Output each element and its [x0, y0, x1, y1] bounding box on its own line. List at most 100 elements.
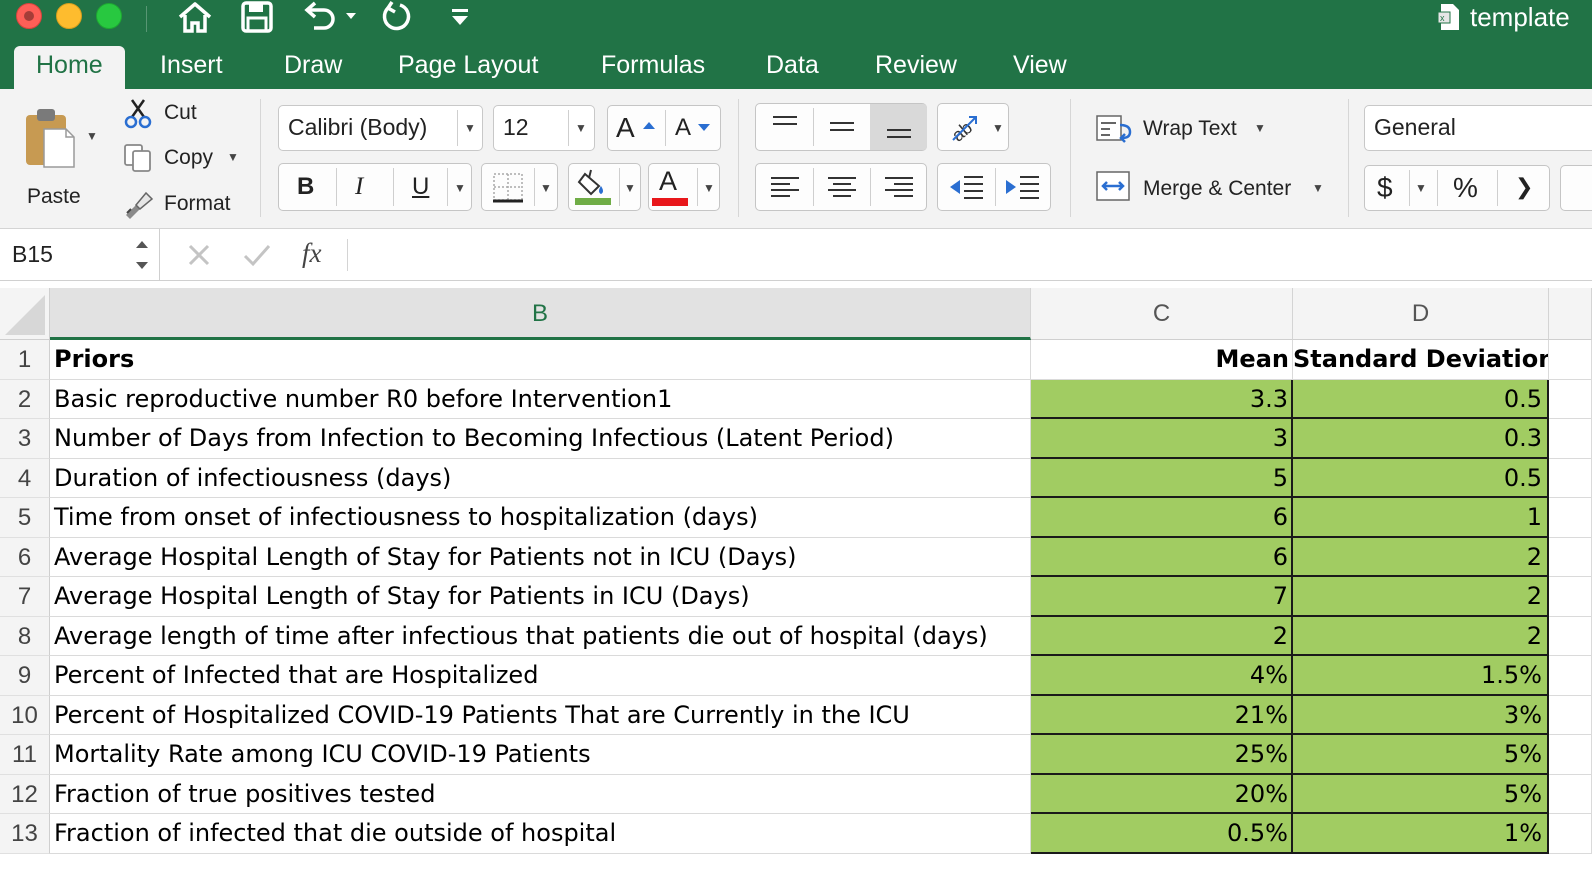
tab-data[interactable]: Data	[766, 46, 819, 89]
cell-c[interactable]: 25%	[1031, 735, 1293, 775]
tab-view[interactable]: View	[1013, 46, 1067, 89]
increase-font-size-button[interactable]: A	[608, 106, 665, 150]
cell-e[interactable]	[1549, 695, 1592, 735]
orientation-button[interactable]: ab ▼	[937, 103, 1009, 151]
cell-e[interactable]	[1549, 774, 1592, 814]
cell-c[interactable]: 21%	[1031, 695, 1293, 735]
decrease-indent-icon[interactable]	[948, 175, 984, 201]
cell-b[interactable]: Mortality Rate among ICU COVID-19 Patien…	[50, 735, 1031, 775]
merge-center-button[interactable]: Merge & Center ▼	[1096, 169, 1336, 203]
cell-d[interactable]: 1.5%	[1293, 656, 1549, 696]
row-header[interactable]: 5	[0, 498, 50, 538]
enter-icon[interactable]	[242, 242, 272, 268]
copy-dropdown-icon[interactable]: ▼	[227, 150, 239, 164]
insert-function-button[interactable]: fx	[302, 238, 322, 269]
increase-decimal-button[interactable]	[1560, 165, 1592, 211]
cell-b[interactable]: Number of Days from Infection to Becomin…	[50, 419, 1031, 459]
italic-button[interactable]: I	[355, 173, 363, 201]
paste-button[interactable]: ▼ Paste	[14, 99, 104, 209]
format-painter-button[interactable]: Format	[120, 187, 250, 221]
zoom-window-button[interactable]	[96, 3, 122, 29]
cell-d[interactable]: 1	[1293, 498, 1549, 538]
align-center-icon[interactable]	[827, 176, 857, 200]
row-header[interactable]: 12	[0, 774, 50, 814]
cell-c[interactable]: 4%	[1031, 656, 1293, 696]
cell-d[interactable]: 3%	[1293, 695, 1549, 735]
copy-button[interactable]: Copy ▼	[120, 141, 250, 175]
percent-button[interactable]: %	[1453, 172, 1478, 204]
comma-style-button[interactable]: ❯	[1515, 174, 1533, 200]
cell-b[interactable]: Fraction of infected that die outside of…	[50, 814, 1031, 854]
currency-dropdown-icon[interactable]: ▼	[1415, 181, 1427, 195]
column-header-b[interactable]: B	[50, 288, 1031, 340]
cell-d[interactable]: 2	[1293, 577, 1549, 617]
customize-toolbar-icon[interactable]	[448, 0, 472, 34]
row-header[interactable]: 1	[0, 340, 50, 380]
undo-dropdown-icon[interactable]	[344, 0, 358, 34]
tab-review[interactable]: Review	[875, 46, 957, 89]
row-header[interactable]: 13	[0, 814, 50, 854]
font-color-button[interactable]: A ▼	[648, 163, 720, 211]
cell-c[interactable]: 6	[1031, 498, 1293, 538]
align-right-icon[interactable]	[884, 176, 914, 200]
cell-c[interactable]: 0.5%	[1031, 814, 1293, 854]
paste-dropdown-icon[interactable]: ▼	[86, 129, 98, 143]
align-middle-icon[interactable]	[829, 114, 855, 140]
currency-button[interactable]: $	[1377, 172, 1393, 204]
cell-d[interactable]: Standard Deviation	[1293, 340, 1549, 380]
tab-formulas[interactable]: Formulas	[601, 46, 705, 89]
save-icon[interactable]	[240, 0, 274, 34]
cell-c[interactable]: 5	[1031, 458, 1293, 498]
increase-indent-icon[interactable]	[1004, 175, 1040, 201]
cell-b[interactable]: Average length of time after infectious …	[50, 616, 1031, 656]
cell-c[interactable]: 7	[1031, 577, 1293, 617]
cell-b[interactable]: Fraction of true positives tested	[50, 774, 1031, 814]
row-header[interactable]: 4	[0, 458, 50, 498]
font-size-select[interactable]: 12 ▼	[493, 105, 595, 151]
tab-draw[interactable]: Draw	[284, 46, 342, 89]
cut-button[interactable]: Cut	[120, 97, 240, 131]
cell-e[interactable]	[1549, 379, 1592, 419]
bold-button[interactable]: B	[297, 173, 314, 201]
cell-d[interactable]: 0.5	[1293, 458, 1549, 498]
cell-b[interactable]: Duration of infectiousness (days)	[50, 458, 1031, 498]
cell-d[interactable]: 5%	[1293, 774, 1549, 814]
tab-page-layout[interactable]: Page Layout	[398, 46, 538, 89]
cell-b[interactable]: Average Hospital Length of Stay for Pati…	[50, 537, 1031, 577]
cell-e[interactable]	[1549, 735, 1592, 775]
cell-d[interactable]: 2	[1293, 616, 1549, 656]
align-left-icon[interactable]	[770, 176, 800, 200]
select-all-button[interactable]	[0, 288, 50, 340]
cell-e[interactable]	[1549, 498, 1592, 538]
cell-c[interactable]: 3.3	[1031, 379, 1293, 419]
fill-color-button[interactable]: ▼	[568, 163, 641, 211]
cell-e[interactable]	[1549, 458, 1592, 498]
row-header[interactable]: 9	[0, 656, 50, 696]
underline-dropdown-icon[interactable]: ▼	[454, 181, 466, 195]
cell-e[interactable]	[1549, 814, 1592, 854]
cell-d[interactable]: 1%	[1293, 814, 1549, 854]
cell-b[interactable]: Average Hospital Length of Stay for Pati…	[50, 577, 1031, 617]
cancel-icon[interactable]	[186, 242, 212, 268]
row-header[interactable]: 6	[0, 537, 50, 577]
cell-e[interactable]	[1549, 656, 1592, 696]
tab-insert[interactable]: Insert	[160, 46, 223, 89]
cell-e[interactable]	[1549, 537, 1592, 577]
borders-button[interactable]: ▼	[481, 163, 558, 211]
cell-b[interactable]: Priors	[50, 340, 1031, 380]
align-top-icon[interactable]	[772, 114, 798, 140]
cell-d[interactable]: 2	[1293, 537, 1549, 577]
row-header[interactable]: 3	[0, 419, 50, 459]
undo-icon[interactable]	[300, 0, 340, 34]
row-header[interactable]: 8	[0, 616, 50, 656]
wrap-text-button[interactable]: Wrap Text ▼	[1096, 111, 1276, 145]
row-header[interactable]: 10	[0, 695, 50, 735]
column-header-e[interactable]	[1549, 288, 1592, 340]
font-name-select[interactable]: Calibri (Body) ▼	[278, 105, 483, 151]
cell-d[interactable]: 0.5	[1293, 379, 1549, 419]
cell-d[interactable]: 5%	[1293, 735, 1549, 775]
cell-e[interactable]	[1549, 577, 1592, 617]
row-header[interactable]: 7	[0, 577, 50, 617]
cell-e[interactable]	[1549, 419, 1592, 459]
home-icon[interactable]	[176, 0, 214, 34]
